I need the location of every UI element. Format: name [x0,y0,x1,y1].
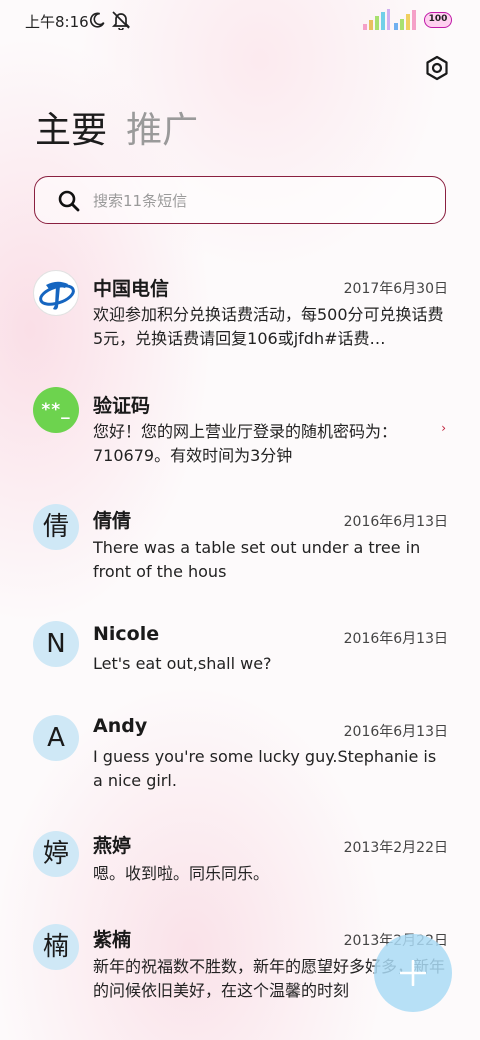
plus-icon [400,960,426,986]
sender-name: 中国电信 [93,278,170,300]
sender-name: 倩倩 [93,510,132,532]
sender-name: Andy [93,715,148,737]
avatar: 倩 [33,504,79,550]
message-date: 2013年2月22日 [343,840,448,856]
message-preview: Let's eat out,shall we? [93,654,272,673]
verification-code-avatar: **_ [33,387,79,433]
message-item[interactable]: A Andy 2016年6月13日 I guess you're some lu… [0,708,480,808]
message-date: 2016年6月13日 [343,724,448,740]
sender-name: 紫楠 [93,929,132,951]
avatar: 楠 [33,924,79,970]
avatar: N [33,621,79,667]
message-item[interactable]: N Nicole 2016年6月13日 Let's eat out,shall … [0,614,480,694]
china-telecom-logo-icon [33,270,79,316]
compose-button[interactable] [374,934,452,1012]
avatar: 婷 [33,831,79,877]
message-item[interactable]: 中国电信 2017年6月30日 欢迎参加积分兑换话费活动，每500分可兑换话费5… [0,262,480,362]
message-item[interactable]: 婷 燕婷 2013年2月22日 嗯。收到啦。同乐同乐。 [0,824,480,904]
sender-name: 燕婷 [93,835,132,857]
sender-name: Nicole [93,623,160,645]
message-date: 2016年6月13日 [343,514,448,530]
message-preview: I guess you're some lucky guy.Stephanie … [93,747,437,790]
message-preview: 嗯。收到啦。同乐同乐。 [93,864,270,883]
message-date: 2016年6月13日 [343,631,448,647]
message-preview: There was a table set out under a tree i… [93,538,421,581]
sender-name: 验证码 [93,395,151,417]
avatar: A [33,715,79,761]
message-list: 中国电信 2017年6月30日 欢迎参加积分兑换话费活动，每500分可兑换话费5… [0,0,480,1040]
message-item[interactable]: 倩 倩倩 2016年6月13日 There was a table set ou… [0,496,480,596]
message-preview: 欢迎参加积分兑换话费活动，每500分可兑换话费5元，兑换话费请回复106或jfd… [93,305,444,348]
message-preview: 您好！您的网上营业厅登录的随机密码为：710679。有效时间为3分钟 [93,422,398,465]
message-date: 2017年6月30日 [343,281,448,297]
message-item[interactable]: **_ 验证码 › 您好！您的网上营业厅登录的随机密码为：710679。有效时间… [0,380,480,480]
